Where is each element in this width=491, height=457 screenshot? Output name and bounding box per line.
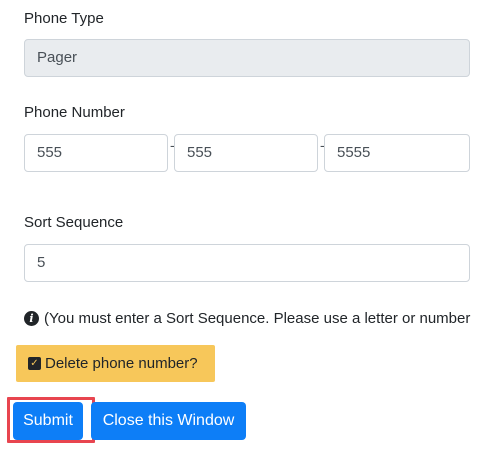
sort-sequence-label: Sort Sequence [24,214,124,231]
phone-prefix-input[interactable]: 555 [174,134,318,172]
phone-type-label: Phone Type [24,10,104,27]
close-window-button[interactable]: Close this Window [91,402,246,440]
phone-line-input[interactable]: 5555 [324,134,470,172]
delete-phone-option[interactable]: ✓ Delete phone number? [16,345,215,382]
submit-button[interactable]: Submit [13,402,83,440]
sort-sequence-input[interactable]: 5 [24,244,470,282]
phone-number-label: Phone Number [24,104,125,121]
delete-phone-label: Delete phone number? [45,355,198,372]
sort-sequence-help: i (You must enter a Sort Sequence. Pleas… [24,307,470,329]
sort-sequence-help-text: (You must enter a Sort Sequence. Please … [44,309,471,327]
phone-area-code-input[interactable]: 555 [24,134,168,172]
delete-phone-checkbox[interactable]: ✓ [28,357,41,370]
phone-edit-form: Phone Type Pager Phone Number 555 - 555 … [0,0,491,457]
phone-type-field[interactable]: Pager [24,39,470,77]
info-circle-icon: i [24,310,39,326]
